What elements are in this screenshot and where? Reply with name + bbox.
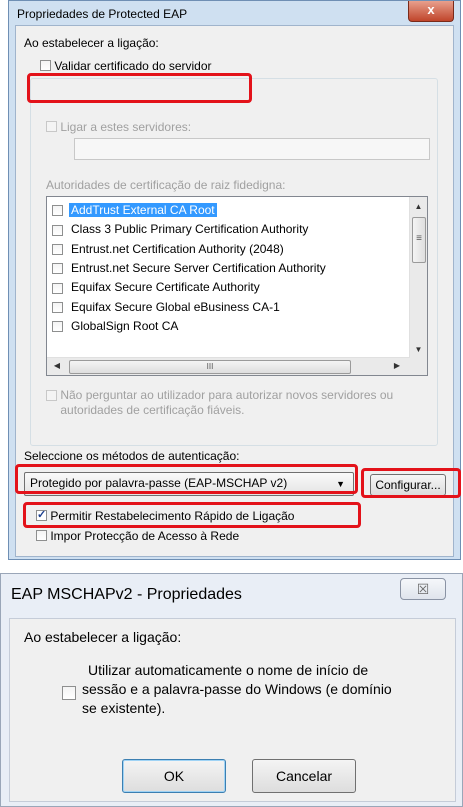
cancel-button[interactable]: Cancelar: [252, 759, 356, 793]
highlight-configure: [361, 468, 461, 498]
scroll-corner: [410, 358, 427, 375]
checkbox-icon: [40, 60, 51, 72]
list-item[interactable]: Entrust.net Certification Authority (204…: [52, 240, 286, 259]
checkbox-icon[interactable]: [52, 205, 63, 217]
validate-cert-checkbox[interactable]: Validar certificado do servidor: [40, 58, 212, 73]
no-prompt-line1: Não perguntar ao utilizador para autoriz…: [60, 388, 394, 402]
checkbox-icon: [46, 390, 57, 401]
list-item-label: AddTrust External CA Root: [69, 203, 217, 217]
vertical-scrollbar[interactable]: ▲ ≡ ▼: [409, 197, 427, 360]
close-button[interactable]: x: [408, 1, 454, 22]
mschapv2-properties-window: EAP MSCHAPv2 - Propriedades ☒ Ao estabel…: [0, 573, 463, 807]
list-item[interactable]: Class 3 Public Primary Certification Aut…: [52, 220, 310, 239]
list-item[interactable]: Entrust.net Secure Server Certification …: [52, 259, 328, 278]
list-item-label: Entrust.net Certification Authority (204…: [71, 241, 284, 256]
list-item[interactable]: Equifax Secure Certificate Authority: [52, 278, 262, 297]
list-item-label: Equifax Secure Global eBusiness CA-1: [71, 299, 280, 314]
checkbox-icon: [36, 530, 47, 542]
scroll-right-icon[interactable]: ▶: [392, 361, 402, 370]
list-item-label: Equifax Secure Certificate Authority: [71, 280, 260, 295]
list-item-label: GlobalSign Root CA: [71, 318, 179, 333]
highlight-validate-cert: [27, 73, 252, 103]
window-title: Propriedades de Protected EAP: [17, 7, 188, 21]
checkbox-icon[interactable]: [52, 243, 63, 255]
list-item-label: Class 3 Public Primary Certification Aut…: [71, 222, 309, 237]
auth-method-label: Seleccione os métodos de autenticação:: [24, 449, 240, 463]
highlight-fast-reconnect: [23, 502, 361, 528]
connect-servers-checkbox[interactable]: Ligar a estes servidores:: [46, 119, 191, 134]
root-ca-list[interactable]: AddTrust External CA Root Class 3 Public …: [46, 196, 428, 376]
close-button[interactable]: ☒: [400, 578, 446, 600]
auto-logon-line3: se existente).: [82, 700, 166, 716]
validate-cert-label: Validar certificado do servidor: [54, 58, 212, 73]
list-item[interactable]: GlobalSign Root CA: [52, 317, 180, 336]
when-connecting-label: Ao estabelecer a ligação:: [24, 36, 159, 50]
no-prompt-checkbox[interactable]: Não perguntar ao utilizador para autoriz…: [46, 388, 393, 418]
no-prompt-line2: autoridades de certificação fiáveis.: [60, 403, 245, 417]
checkbox-icon: [46, 121, 57, 133]
checkbox-icon[interactable]: [52, 301, 63, 313]
horizontal-scrollbar[interactable]: ◀ III ▶: [47, 357, 410, 375]
scroll-left-icon[interactable]: ◀: [52, 361, 62, 370]
auto-logon-line2: sessão e a palavra-passe do Windows (e d…: [82, 681, 392, 697]
checkbox-icon[interactable]: [52, 282, 63, 294]
window-title: EAP MSCHAPv2 - Propriedades: [11, 586, 242, 603]
when-connecting-label: Ao estabelecer a ligação:: [24, 629, 182, 645]
nap-checkbox[interactable]: Impor Protecção de Acesso à Rede: [36, 528, 239, 543]
ok-button[interactable]: OK: [122, 759, 226, 793]
list-item-label: Entrust.net Secure Server Certification …: [71, 260, 326, 275]
connect-servers-label: Ligar a estes servidores:: [60, 119, 192, 134]
root-ca-label: Autoridades de certificação de raiz fide…: [46, 178, 286, 192]
dialog-client-area: Ao estabelecer a ligação: Utilizar autom…: [9, 618, 456, 802]
no-prompt-label: Não perguntar ao utilizador para autoriz…: [60, 388, 393, 418]
nap-label: Impor Protecção de Acesso à Rede: [50, 528, 240, 543]
highlight-auth-method: [15, 464, 358, 494]
servers-input[interactable]: [74, 138, 430, 160]
list-item[interactable]: Equifax Secure Global eBusiness CA-1: [52, 298, 282, 317]
checkbox-icon[interactable]: [52, 224, 63, 236]
auto-logon-line1: Utilizar automaticamente o nome de iníci…: [88, 662, 369, 678]
scroll-down-icon[interactable]: ▼: [410, 345, 427, 354]
checkbox-icon[interactable]: [52, 321, 63, 333]
scroll-thumb[interactable]: ≡: [412, 217, 426, 263]
hscroll-thumb[interactable]: III: [69, 360, 351, 374]
scroll-up-icon[interactable]: ▲: [410, 202, 427, 211]
list-item[interactable]: AddTrust External CA Root: [52, 201, 217, 220]
checkbox-icon[interactable]: [52, 263, 63, 275]
